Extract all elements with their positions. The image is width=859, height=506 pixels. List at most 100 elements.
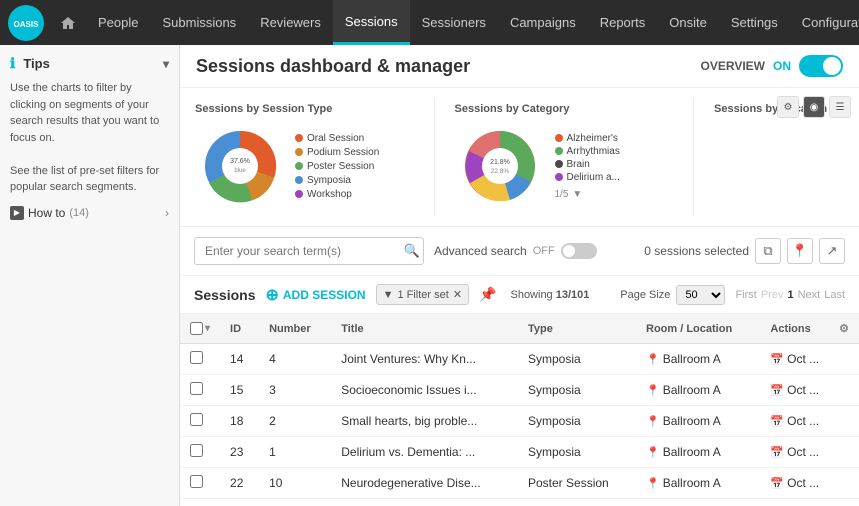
row-checkbox[interactable] xyxy=(190,413,203,426)
legend-oral: Oral Session xyxy=(295,133,379,144)
search-button[interactable]: 🔍 xyxy=(404,243,420,259)
nav-submissions[interactable]: Submissions xyxy=(150,0,248,45)
chart-tools: ⚙ ◉ ☰ xyxy=(777,96,851,118)
row-checkbox-cell xyxy=(180,375,220,406)
advanced-search-state: OFF xyxy=(533,245,555,257)
info-icon: ℹ xyxy=(10,55,15,72)
legend-delirium-label: Delirium a... xyxy=(567,172,620,183)
sort-id[interactable]: ID xyxy=(230,323,249,335)
legend-poster-label: Poster Session xyxy=(307,161,374,172)
table-row: 22 10 Neurodegenerative Dise... Poster S… xyxy=(180,468,859,499)
row-location: 📍Ballroom A xyxy=(636,375,760,406)
calendar-icon: 📅 xyxy=(770,446,784,459)
charts-section: Sessions by Session Type xyxy=(180,88,859,227)
sort-number[interactable]: Number xyxy=(269,323,321,335)
sort-type[interactable]: Type xyxy=(528,323,626,335)
legend-arrhythmias: Arrhythmias xyxy=(555,146,620,157)
nav-settings[interactable]: Settings xyxy=(719,0,790,45)
legend-brain: Brain xyxy=(555,159,620,170)
legend-symposia: Symposia xyxy=(295,175,379,186)
row-title: Socioeconomic Issues i... xyxy=(331,375,518,406)
chart-settings-btn[interactable]: ⚙ xyxy=(777,96,799,118)
row-date: 📅 Oct ... xyxy=(760,437,829,468)
row-number: 4 xyxy=(259,344,331,375)
overview-toggle-switch[interactable] xyxy=(799,55,843,77)
nav-sessioners[interactable]: Sessioners xyxy=(410,0,498,45)
nav-configuration[interactable]: Configuration xyxy=(790,0,859,45)
table-body: 14 4 Joint Ventures: Why Kn... Symposia … xyxy=(180,344,859,499)
row-id: 18 xyxy=(220,406,259,437)
nav-people[interactable]: People xyxy=(86,0,150,45)
legend-oral-label: Oral Session xyxy=(307,133,364,144)
sort-title[interactable]: Title xyxy=(341,323,508,335)
category-title: Sessions by Category xyxy=(455,103,674,115)
gear-icon[interactable]: ⚙ xyxy=(839,323,849,335)
add-session-button[interactable]: ⊕ ADD SESSION xyxy=(265,285,365,305)
next-page-link[interactable]: Next xyxy=(798,289,821,301)
advanced-search-area: Advanced search OFF xyxy=(434,243,597,259)
overview-toggle-area: OVERVIEW ON xyxy=(701,55,843,77)
row-type: Symposia xyxy=(518,437,636,468)
prev-page-link[interactable]: Prev xyxy=(761,289,784,301)
nav-sessions[interactable]: Sessions xyxy=(333,0,410,45)
legend-workshop: Workshop xyxy=(295,189,379,200)
nav-reviewers[interactable]: Reviewers xyxy=(248,0,333,45)
table-row: 15 3 Socioeconomic Issues i... Symposia … xyxy=(180,375,859,406)
search-input[interactable] xyxy=(194,237,424,265)
advanced-search-toggle[interactable] xyxy=(561,243,597,259)
session-type-legend: Oral Session Podium Session Poster Sessi… xyxy=(295,133,379,200)
howto-section[interactable]: ▶ How to (14) › xyxy=(10,206,169,220)
copy-button[interactable]: ⧉ xyxy=(755,238,781,264)
select-dropdown-icon[interactable]: ▾ xyxy=(205,323,210,334)
th-title: Title xyxy=(331,314,518,344)
category-nav[interactable]: 1/5 ▼ xyxy=(555,189,620,200)
export-button[interactable]: ↗ xyxy=(819,238,845,264)
row-checkbox[interactable] xyxy=(190,444,203,457)
select-all-checkbox[interactable] xyxy=(190,322,203,335)
th-id: ID xyxy=(220,314,259,344)
location-button[interactable]: 📍 xyxy=(787,238,813,264)
location-pin-icon: 📍 xyxy=(646,477,660,490)
svg-text:OASIS: OASIS xyxy=(14,20,40,29)
th-location-label: Room / Location xyxy=(646,323,732,335)
row-title: Small hearts, big proble... xyxy=(331,406,518,437)
first-page-link[interactable]: First xyxy=(735,289,756,301)
row-checkbox-cell xyxy=(180,406,220,437)
last-page-link[interactable]: Last xyxy=(824,289,845,301)
tips-chevron-icon: ▾ xyxy=(163,57,169,71)
chart-pie-btn[interactable]: ◉ xyxy=(803,96,825,118)
row-actions-cell xyxy=(829,344,859,375)
row-type: Symposia xyxy=(518,344,636,375)
nav-campaigns[interactable]: Campaigns xyxy=(498,0,588,45)
row-checkbox[interactable] xyxy=(190,351,203,364)
add-icon: ⊕ xyxy=(265,285,278,305)
sort-location[interactable]: Room / Location xyxy=(646,323,750,335)
row-id: 23 xyxy=(220,437,259,468)
row-date: 📅 Oct ... xyxy=(760,375,829,406)
nav-reports[interactable]: Reports xyxy=(588,0,658,45)
legend-arrhythmias-label: Arrhythmias xyxy=(567,146,620,157)
row-id: 15 xyxy=(220,375,259,406)
row-type: Poster Session xyxy=(518,468,636,499)
legend-dot-oral xyxy=(295,134,303,142)
chart-bar-btn[interactable]: ☰ xyxy=(829,96,851,118)
row-checkbox[interactable] xyxy=(190,382,203,395)
location-pin-icon: 📍 xyxy=(646,353,660,366)
page-size-label: Page Size xyxy=(620,289,670,301)
row-checkbox[interactable] xyxy=(190,475,203,488)
page-size-select[interactable]: 10 25 50 100 xyxy=(676,285,725,305)
nav-home-button[interactable] xyxy=(50,0,86,45)
overview-label: OVERVIEW xyxy=(701,59,765,73)
tips-header[interactable]: ℹ Tips ▾ xyxy=(10,55,169,72)
page-title: Sessions dashboard & manager xyxy=(196,56,470,77)
row-title: Neurodegenerative Dise... xyxy=(331,468,518,499)
calendar-icon: 📅 xyxy=(770,353,784,366)
howto-label: How to xyxy=(28,206,65,220)
calendar-icon: 📅 xyxy=(770,384,784,397)
row-checkbox-cell xyxy=(180,468,220,499)
legend-poster: Poster Session xyxy=(295,161,379,172)
legend-dot-podium xyxy=(295,148,303,156)
nav-onsite[interactable]: Onsite xyxy=(657,0,719,45)
filter-badge[interactable]: ▼ 1 Filter set ✕ xyxy=(376,284,469,305)
session-type-chart: Sessions by Session Type xyxy=(190,98,419,216)
